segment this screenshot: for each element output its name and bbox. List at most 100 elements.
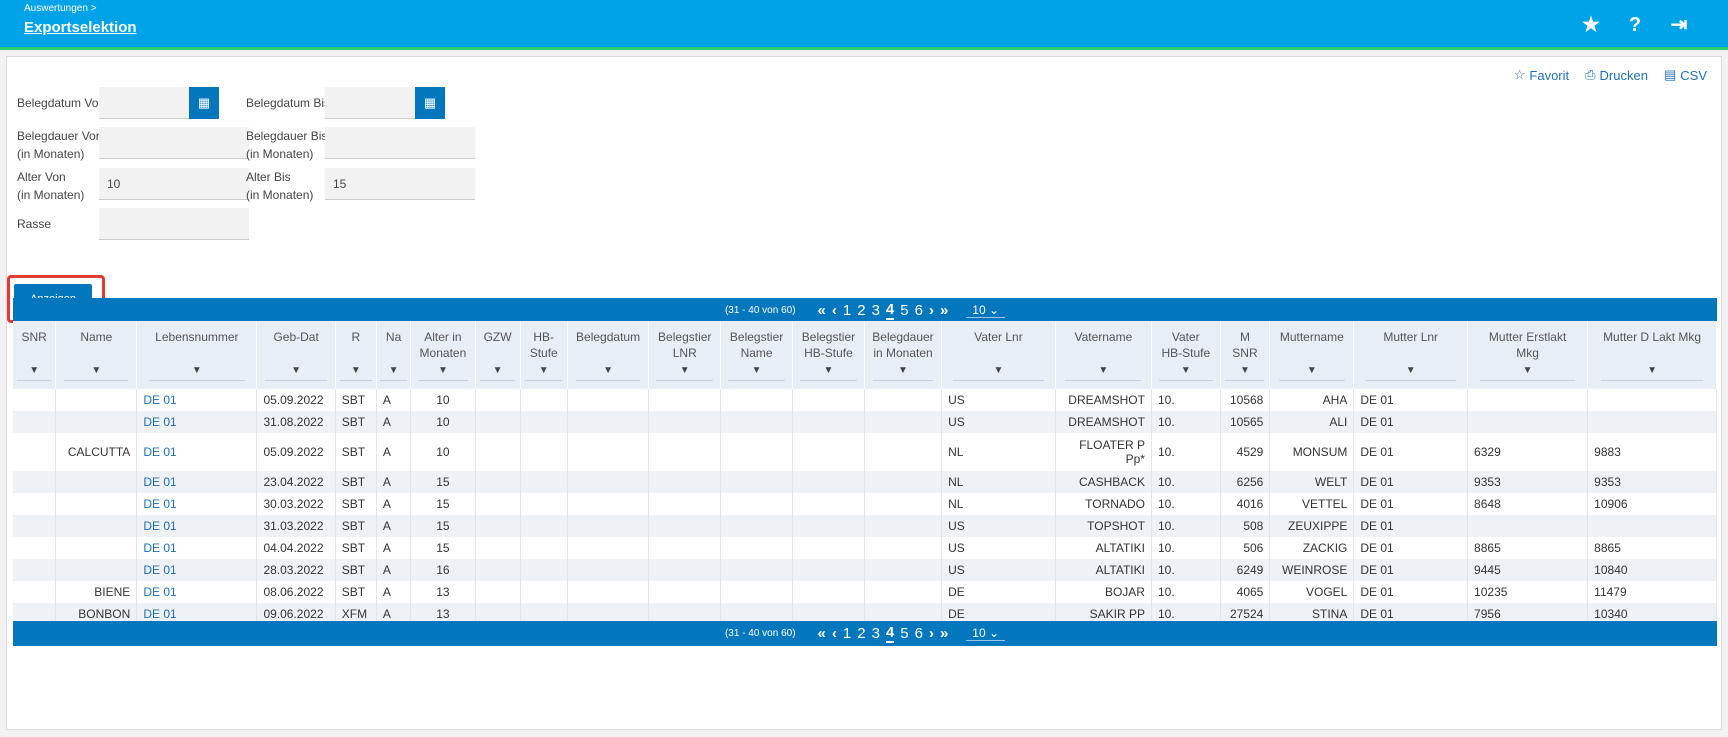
column-header[interactable]: SNR ▼ — [13, 321, 57, 389]
logout-icon[interactable]: ⇥ — [1668, 14, 1690, 36]
rasse-input[interactable] — [99, 208, 249, 240]
filter-icon[interactable]: ▼ — [64, 365, 129, 381]
column-header[interactable]: Lebensnummer ▼ — [136, 321, 258, 389]
filter-icon[interactable]: ▼ — [728, 365, 785, 381]
filter-icon[interactable]: ▼ — [380, 365, 407, 381]
calendar-icon[interactable]: ▦ — [415, 87, 445, 119]
column-header[interactable]: R ▼ — [335, 321, 377, 389]
filter-icon[interactable]: ▼ — [1365, 365, 1456, 381]
filter-icon[interactable]: ▼ — [265, 365, 328, 381]
cell-lnr[interactable]: DE 01 — [136, 559, 258, 581]
table-row[interactable]: BIENE DE 01 08.06.2022 SBT A 13 DE BOJAR 10. 4065… — [13, 581, 1717, 603]
table-row[interactable]: DE 01 31.08.2022 SBT A 10 US DREAMSHOT 10. 10565… — [13, 411, 1717, 433]
column-header[interactable]: Na ▼ — [376, 321, 412, 389]
last-page-icon[interactable]: » — [940, 625, 948, 642]
belegdatum-bis-input[interactable] — [325, 87, 415, 119]
next-page-icon[interactable]: › — [929, 302, 934, 319]
page-link[interactable]: 5 — [900, 302, 908, 319]
alter-von-input[interactable]: 10 — [99, 168, 249, 200]
first-page-icon[interactable]: « — [818, 302, 826, 319]
csv-link[interactable]: ▤ CSV — [1664, 67, 1707, 83]
cell-lnr[interactable]: DE 01 — [136, 515, 258, 537]
table-row[interactable]: DE 01 23.04.2022 SBT A 15 NL CASHBACK 10. 6256 WE… — [13, 471, 1717, 493]
page-link[interactable]: 5 — [900, 625, 908, 642]
column-header[interactable]: Mutter Lnr ▼ — [1353, 321, 1469, 389]
filter-icon[interactable]: ▼ — [800, 365, 857, 381]
page-title[interactable]: Exportselektion — [24, 19, 137, 36]
filter-icon[interactable]: ▼ — [525, 365, 563, 381]
page-link-active[interactable]: 4 — [885, 301, 895, 320]
page-size-select[interactable]: 10 ⌄ — [966, 626, 1006, 641]
favorit-link[interactable]: ☆ Favorit — [1514, 67, 1569, 83]
column-header[interactable]: Belegdatum ▼ — [567, 321, 650, 389]
filter-icon[interactable]: ▼ — [1065, 365, 1142, 381]
column-header[interactable]: GZW ▼ — [475, 321, 521, 389]
filter-icon[interactable]: ▼ — [1600, 365, 1704, 381]
calendar-icon[interactable]: ▦ — [189, 87, 219, 119]
filter-icon[interactable]: ▼ — [656, 365, 714, 381]
column-header[interactable]: Belegstier Name ▼ — [720, 321, 794, 389]
star-icon[interactable]: ★ — [1580, 14, 1602, 36]
cell-lnr[interactable]: DE 01 — [136, 537, 258, 559]
column-header[interactable]: Mutter D Lakt Mkg ▼ — [1587, 321, 1717, 389]
table-row[interactable]: DE 01 30.03.2022 SBT A 15 NL TORNADO 10. 4016 VET… — [13, 493, 1717, 515]
column-header[interactable]: Vatername ▼ — [1055, 321, 1152, 389]
filter-icon[interactable]: ▼ — [479, 365, 516, 381]
filter-icon[interactable]: ▼ — [953, 365, 1044, 381]
page-link[interactable]: 6 — [915, 625, 923, 642]
table-row[interactable]: CALCUTTA DE 01 05.09.2022 SBT A 10 NL FLOATER P… — [13, 433, 1717, 471]
belegdatum-von-input[interactable] — [99, 87, 189, 119]
filter-icon[interactable]: ▼ — [417, 365, 469, 381]
cell-lnr[interactable]: DE 01 — [136, 581, 258, 603]
page-link[interactable]: 6 — [915, 302, 923, 319]
page-link[interactable]: 1 — [843, 625, 851, 642]
first-page-icon[interactable]: « — [818, 625, 826, 642]
breadcrumb[interactable]: Auswertungen > — [24, 3, 97, 14]
filter-icon[interactable]: ▼ — [149, 365, 245, 381]
page-link-active[interactable]: 4 — [885, 624, 895, 643]
prev-page-icon[interactable]: ‹ — [832, 302, 837, 319]
column-header[interactable]: Geb-Dat ▼ — [256, 321, 336, 389]
column-header[interactable]: Vater Lnr ▼ — [941, 321, 1056, 389]
column-header[interactable]: HB- Stufe ▼ — [520, 321, 568, 389]
belegdauer-von-input[interactable] — [99, 127, 249, 159]
filter-icon[interactable]: ▼ — [872, 365, 934, 381]
page-link[interactable]: 1 — [843, 302, 851, 319]
column-header[interactable]: Belegstier HB-Stufe ▼ — [792, 321, 865, 389]
drucken-link[interactable]: ⎙ Drucken — [1585, 67, 1648, 83]
column-header[interactable]: Muttername ▼ — [1269, 321, 1355, 389]
cell-lnr[interactable]: DE 01 — [136, 433, 258, 471]
column-header[interactable]: Mutter Erstlakt Mkg ▼ — [1467, 321, 1589, 389]
prev-page-icon[interactable]: ‹ — [832, 625, 837, 642]
help-icon[interactable]: ? — [1624, 14, 1646, 36]
cell-lnr[interactable]: DE 01 — [136, 493, 258, 515]
table-row[interactable]: DE 01 05.09.2022 SBT A 10 US DREAMSHOT 10. 10568… — [13, 389, 1717, 411]
next-page-icon[interactable]: › — [929, 625, 934, 642]
page-link[interactable]: 3 — [872, 302, 880, 319]
filter-icon[interactable]: ▼ — [17, 365, 52, 381]
table-row[interactable]: DE 01 31.03.2022 SBT A 15 US TOPSHOT 10. 508 ZEUX… — [13, 515, 1717, 537]
column-header[interactable]: Belegstier LNR ▼ — [648, 321, 722, 389]
column-header[interactable]: Alter in Monaten ▼ — [410, 321, 476, 389]
cell-lnr[interactable]: DE 01 — [136, 389, 258, 411]
alter-bis-input[interactable]: 15 — [325, 168, 475, 200]
filter-icon[interactable]: ▼ — [339, 365, 372, 381]
column-header[interactable]: Name ▼ — [55, 321, 138, 389]
column-header[interactable]: Vater HB-Stufe ▼ — [1151, 321, 1221, 389]
filter-icon[interactable]: ▼ — [1479, 365, 1576, 381]
cell-lnr[interactable]: DE 01 — [136, 471, 258, 493]
page-size-select[interactable]: 10 ⌄ — [966, 303, 1006, 318]
page-link[interactable]: 2 — [857, 302, 865, 319]
page-link[interactable]: 2 — [857, 625, 865, 642]
filter-icon[interactable]: ▼ — [1158, 365, 1213, 381]
last-page-icon[interactable]: » — [940, 302, 948, 319]
page-link[interactable]: 3 — [872, 625, 880, 642]
column-header[interactable]: M SNR ▼ — [1220, 321, 1271, 389]
filter-icon[interactable]: ▼ — [575, 365, 641, 381]
filter-icon[interactable]: ▼ — [1225, 365, 1265, 381]
column-header[interactable]: Belegdauer in Monaten ▼ — [864, 321, 943, 389]
table-row[interactable]: DE 01 28.03.2022 SBT A 16 US ALTATIKI 10. 6249 WE… — [13, 559, 1717, 581]
cell-lnr[interactable]: DE 01 — [136, 411, 258, 433]
table-row[interactable]: DE 01 04.04.2022 SBT A 15 US ALTATIKI 10. 506 ZAC… — [13, 537, 1717, 559]
belegdauer-bis-input[interactable] — [325, 127, 475, 159]
